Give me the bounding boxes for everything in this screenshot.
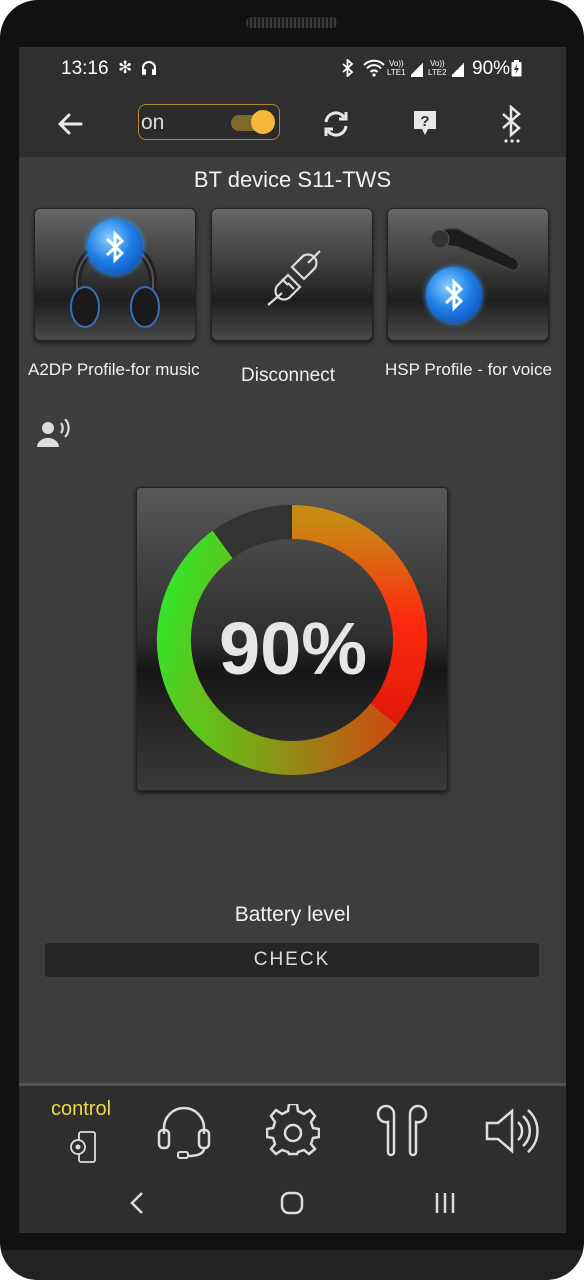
volte-label-2: Vo)) <box>430 59 445 68</box>
disconnect-button[interactable] <box>211 208 373 341</box>
volte-lte2-signal-icon: Vo)) LTE2 <box>428 59 466 79</box>
voice-announce-icon[interactable] <box>37 419 73 449</box>
fan-icon: ✻ <box>118 58 133 77</box>
svg-text:?: ? <box>420 113 429 130</box>
nav-control-label: control <box>51 1098 112 1120</box>
gauge-arc-bottom <box>181 697 397 776</box>
bottom-nav: control <box>19 1083 566 1173</box>
nav-control[interactable]: control <box>29 1086 129 1176</box>
phone-bottom-bezel <box>0 1250 584 1280</box>
bluetooth-badge-2 <box>426 267 482 323</box>
disconnect-label: Disconnect <box>241 365 335 386</box>
phone-frame: 13:16 ✻ Vo)) LTE1 Vo)) LTE2 90% on ? BT … <box>0 0 584 1280</box>
recents-nav-icon[interactable] <box>433 1191 457 1215</box>
toolbar: on ? <box>19 93 566 157</box>
bluetooth-settings-icon[interactable] <box>500 105 524 143</box>
a2dp-profile-label: A2DP Profile-for music <box>28 360 200 379</box>
bluetooth-icon <box>342 59 354 77</box>
check-battery-button[interactable]: CHECK <box>45 943 539 977</box>
home-nav-icon[interactable] <box>280 1191 304 1215</box>
wifi-icon <box>363 59 385 77</box>
settings-gear-icon[interactable] <box>266 1104 320 1158</box>
battery-gauge-value: 90% <box>218 607 368 690</box>
volte-label: Vo)) <box>389 59 404 68</box>
help-icon[interactable]: ? <box>412 109 438 137</box>
unplug-icon <box>267 250 321 306</box>
earbuds-icon[interactable] <box>374 1102 430 1160</box>
signal-bars-2 <box>452 61 464 77</box>
battery-percent: 90% <box>472 58 511 79</box>
hsp-profile-button[interactable] <box>387 208 549 341</box>
toggle-label: on <box>141 111 165 134</box>
signal-bars-1 <box>411 61 423 77</box>
system-nav-bar <box>19 1173 566 1233</box>
battery-level-label: Battery level <box>234 903 351 926</box>
volte-lte1-signal-icon: Vo)) LTE1 <box>387 59 425 79</box>
power-toggle[interactable]: on <box>138 104 280 140</box>
refresh-icon[interactable] <box>320 108 352 140</box>
control-icon <box>70 1131 96 1163</box>
speaker-volume-icon[interactable] <box>484 1104 540 1158</box>
device-title: BT device S11-TWS <box>193 167 392 192</box>
status-bar: 13:16 ✻ Vo)) LTE1 Vo)) LTE2 90% <box>19 47 566 93</box>
battery-gauge: 90% <box>136 487 448 791</box>
lte1-label: LTE1 <box>387 68 406 77</box>
lte2-label: LTE2 <box>428 68 447 77</box>
battery-charging-icon <box>511 60 522 77</box>
a2dp-profile-button[interactable] <box>34 208 196 341</box>
toggle-knob <box>251 110 275 134</box>
status-time: 13:16 <box>61 58 109 79</box>
back-arrow-icon[interactable] <box>55 109 85 139</box>
earpiece-speaker <box>246 17 338 28</box>
bluetooth-badge <box>87 219 143 275</box>
back-nav-icon[interactable] <box>129 1191 145 1215</box>
headphones-icon <box>142 61 156 75</box>
headset-icon[interactable] <box>156 1102 212 1160</box>
hsp-profile-label: HSP Profile - for voice <box>385 360 552 379</box>
app-screen: 13:16 ✻ Vo)) LTE1 Vo)) LTE2 90% on ? BT … <box>19 47 566 1233</box>
